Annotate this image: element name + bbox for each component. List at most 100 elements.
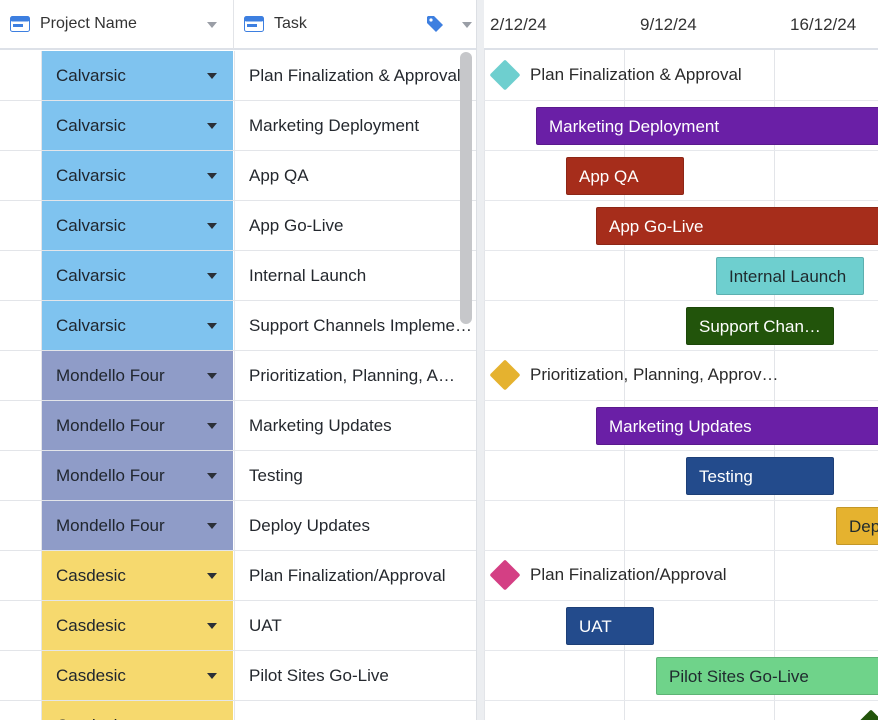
row-number-cell[interactable] (0, 701, 42, 720)
gantt-row: Pilot Sites Go-Live (484, 651, 878, 701)
task-cell[interactable]: Deploy Updates (234, 501, 470, 550)
table-row[interactable]: Casdesic Pilot Sites Go-Live (0, 651, 476, 701)
project-name-cell[interactable]: Calvarsic (42, 101, 233, 150)
gantt-chart: 2/12/24 9/12/24 16/12/24 Plan Finalizati… (484, 0, 878, 720)
chevron-down-icon[interactable] (207, 423, 217, 429)
task-cell[interactable]: Plan Finalization & Approval (234, 51, 470, 100)
table-row[interactable]: Mondello Four Testing (0, 451, 476, 501)
chevron-down-icon[interactable] (207, 123, 217, 129)
project-name-cell[interactable]: Mondello Four (42, 401, 233, 450)
gantt-bar[interactable]: Testing (686, 457, 834, 495)
gantt-bar[interactable]: App Go-Live (596, 207, 878, 245)
project-name-cell[interactable]: Calvarsic (42, 301, 233, 350)
table-row[interactable]: Calvarsic Internal Launch (0, 251, 476, 301)
project-name-label: Calvarsic (56, 216, 126, 235)
task-cell[interactable] (234, 701, 470, 720)
task-cell[interactable]: Testing (234, 451, 470, 500)
tag-icon[interactable] (426, 15, 444, 38)
gantt-row: App Go-Live (484, 201, 878, 251)
column-header-label: Project Name (40, 15, 137, 32)
project-name-cell[interactable]: Mondello Four (42, 501, 233, 550)
project-name-label: Casdesic (56, 616, 126, 635)
table-row[interactable]: Calvarsic App QA (0, 151, 476, 201)
project-name-cell[interactable]: Calvarsic (42, 201, 233, 250)
task-cell[interactable]: Support Channels Impleme… (234, 301, 470, 350)
gantt-bar[interactable]: App QA (566, 157, 684, 195)
chevron-down-icon[interactable] (207, 623, 217, 629)
timeline-date: 2/12/24 (490, 15, 547, 34)
row-number-cell[interactable] (0, 151, 42, 201)
column-header-project-name[interactable]: Project Name (0, 0, 234, 50)
project-name-cell[interactable]: Calvarsic (42, 251, 233, 300)
text-column-icon (10, 16, 30, 32)
row-number-cell[interactable] (0, 451, 42, 501)
gantt-row: Dep (484, 501, 878, 551)
chevron-down-icon[interactable] (462, 22, 472, 28)
task-cell[interactable]: Prioritization, Planning, A… (234, 351, 470, 400)
project-name-cell[interactable]: Mondello Four (42, 351, 233, 400)
chevron-down-icon[interactable] (207, 173, 217, 179)
row-number-cell[interactable] (0, 301, 42, 351)
project-name-cell[interactable]: Casdesic (42, 651, 233, 700)
project-name-cell[interactable]: Casdesic (42, 551, 233, 600)
gantt-bar[interactable]: Dep (836, 507, 878, 545)
table-row[interactable]: Calvarsic Support Channels Impleme… (0, 301, 476, 351)
project-name-cell[interactable]: Casdesic (42, 701, 233, 720)
table-row[interactable]: Calvarsic Marketing Deployment (0, 101, 476, 151)
table-row[interactable]: Mondello Four Deploy Updates (0, 501, 476, 551)
row-number-cell[interactable] (0, 601, 42, 651)
pane-splitter[interactable] (476, 0, 484, 720)
project-name-cell[interactable]: Casdesic (42, 601, 233, 650)
table-row[interactable]: Casdesic Plan Finalization/Approval (0, 551, 476, 601)
project-name-cell[interactable]: Calvarsic (42, 51, 233, 100)
milestone-diamond-icon[interactable] (489, 359, 521, 391)
task-cell[interactable]: UAT (234, 601, 470, 650)
project-name-cell[interactable]: Mondello Four (42, 451, 233, 500)
row-number-cell[interactable] (0, 251, 42, 301)
chevron-down-icon[interactable] (207, 323, 217, 329)
chevron-down-icon[interactable] (207, 223, 217, 229)
row-number-cell[interactable] (0, 201, 42, 251)
row-number-cell[interactable] (0, 501, 42, 551)
row-number-cell[interactable] (0, 401, 42, 451)
row-number-cell[interactable] (0, 51, 42, 101)
chevron-down-icon[interactable] (207, 523, 217, 529)
task-cell[interactable]: App Go-Live (234, 201, 470, 250)
task-cell[interactable]: App QA (234, 151, 470, 200)
row-number-cell[interactable] (0, 551, 42, 601)
vertical-scrollbar[interactable] (460, 52, 472, 324)
task-cell[interactable]: Pilot Sites Go-Live (234, 651, 470, 700)
gantt-bar[interactable]: UAT (566, 607, 654, 645)
table-row[interactable]: Casdesic UAT (0, 601, 476, 651)
gantt-bar[interactable]: Pilot Sites Go-Live (656, 657, 878, 695)
milestone-diamond-icon[interactable] (489, 559, 521, 591)
chevron-down-icon[interactable] (207, 573, 217, 579)
chevron-down-icon[interactable] (207, 673, 217, 679)
table-row[interactable]: Calvarsic App Go-Live (0, 201, 476, 251)
row-number-cell[interactable] (0, 101, 42, 151)
gantt-bar[interactable]: Marketing Updates (596, 407, 878, 445)
chevron-down-icon[interactable] (207, 473, 217, 479)
chevron-down-icon[interactable] (207, 273, 217, 279)
gantt-bar[interactable]: Marketing Deployment (536, 107, 878, 145)
row-number-cell[interactable] (0, 351, 42, 401)
gantt-bar[interactable]: Support Chan… (686, 307, 834, 345)
project-name-cell[interactable]: Calvarsic (42, 151, 233, 200)
milestone-diamond-icon[interactable] (855, 709, 878, 720)
table-row[interactable]: Casdesic (0, 701, 476, 720)
table-row[interactable]: Mondello Four Prioritization, Planning, A… (0, 351, 476, 401)
project-name-label: Casdesic (56, 666, 126, 685)
table-row[interactable]: Calvarsic Plan Finalization & Approval (0, 51, 476, 101)
chevron-down-icon[interactable] (207, 22, 217, 28)
task-cell[interactable]: Internal Launch (234, 251, 470, 300)
chevron-down-icon[interactable] (207, 373, 217, 379)
chevron-down-icon[interactable] (207, 73, 217, 79)
milestone-diamond-icon[interactable] (489, 59, 521, 91)
gantt-bar[interactable]: Internal Launch (716, 257, 864, 295)
table-row[interactable]: Mondello Four Marketing Updates (0, 401, 476, 451)
task-cell[interactable]: Plan Finalization/Approval (234, 551, 470, 600)
row-number-cell[interactable] (0, 651, 42, 701)
column-header-task[interactable]: Task (234, 0, 476, 50)
task-cell[interactable]: Marketing Updates (234, 401, 470, 450)
task-cell[interactable]: Marketing Deployment (234, 101, 470, 150)
